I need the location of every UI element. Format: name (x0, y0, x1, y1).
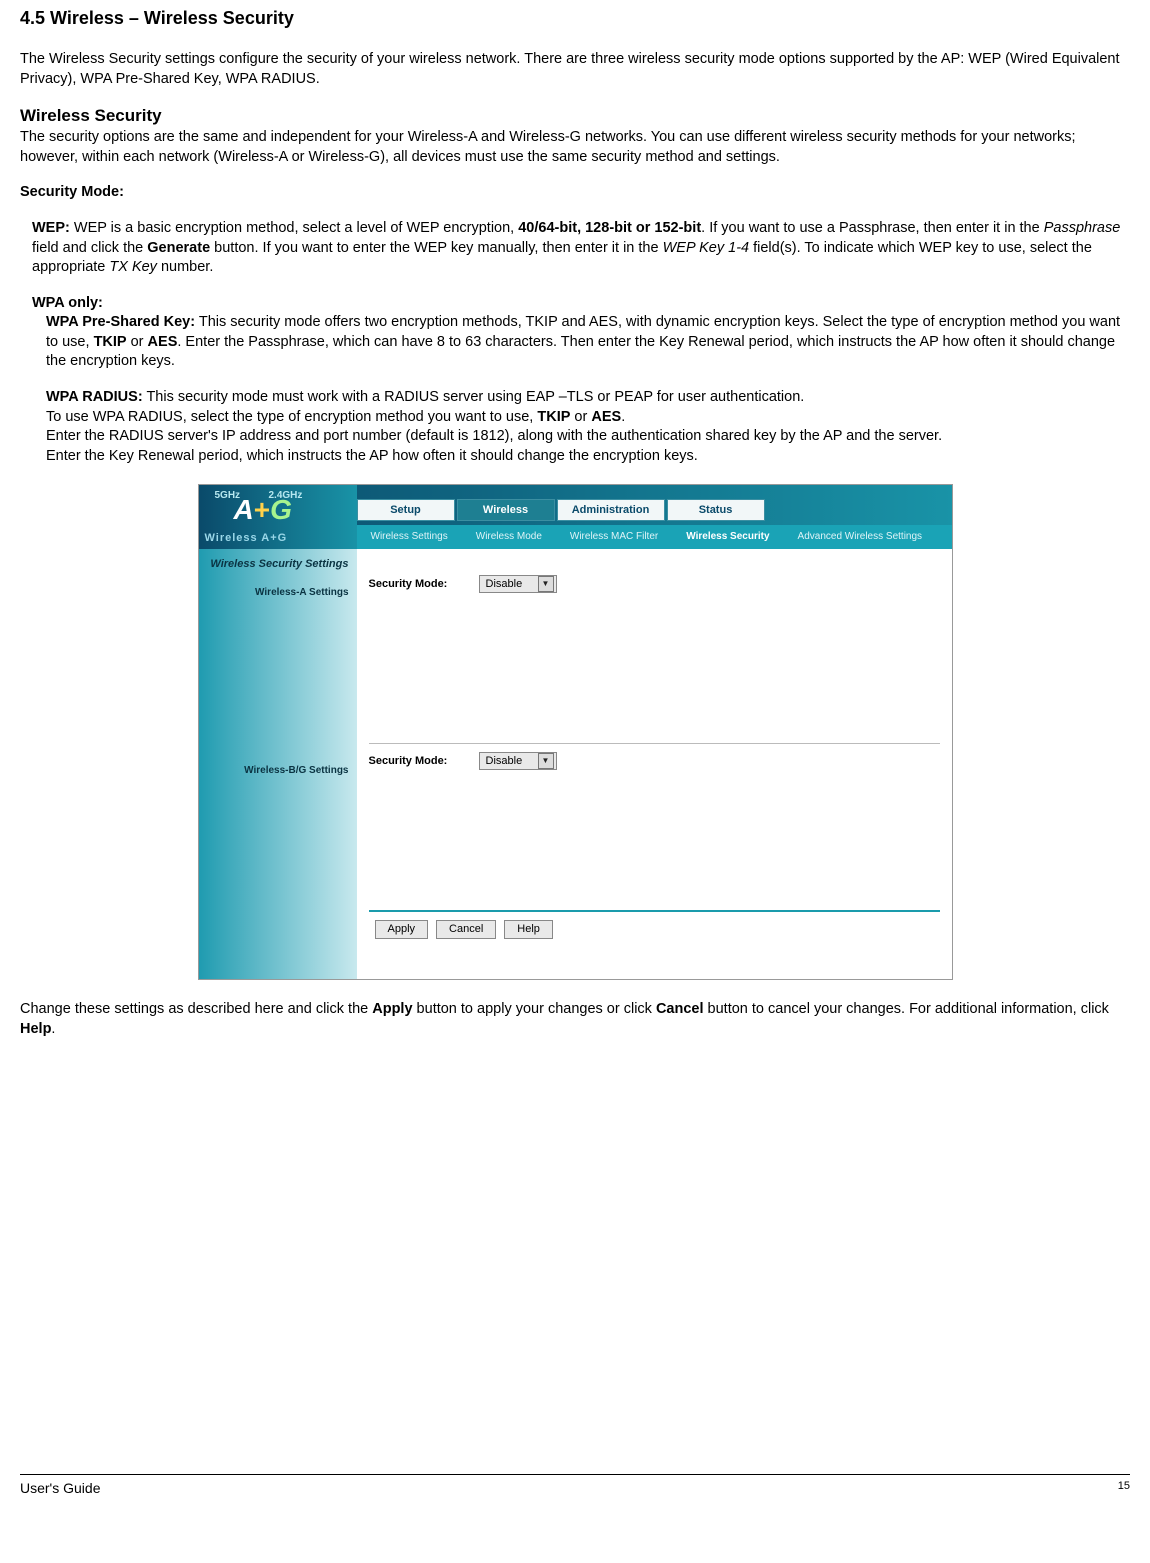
select-value: Disable (486, 754, 523, 769)
router-screenshot: 5GHz 2.4GHz A+G Wireless A+G Setup Wirel… (198, 484, 953, 980)
wep-paragraph: WEP: WEP is a basic encryption method, s… (32, 219, 1130, 278)
screenshot-body: Wireless Security Settings Wireless-A Se… (199, 549, 952, 979)
footer-page-number: 15 (1118, 1479, 1130, 1498)
tab-wireless[interactable]: Wireless (457, 499, 555, 521)
main-tabs: Setup Wireless Administration Status (357, 499, 952, 521)
chevron-down-icon: ▼ (538, 576, 554, 592)
text: button. If you want to enter the WEP key… (210, 240, 662, 256)
tab-administration[interactable]: Administration (557, 499, 665, 521)
text: field and click the (32, 240, 147, 256)
select-value: Disable (486, 577, 523, 592)
text: To use WPA RADIUS, select the type of en… (46, 409, 537, 425)
left-section-title: Wireless Security Settings (199, 557, 357, 572)
text: . If you want to use a Passphrase, then … (701, 220, 1044, 236)
intro-paragraph: The Wireless Security settings configure… (20, 50, 1130, 89)
wireless-security-text: The security options are the same and in… (20, 128, 1130, 167)
wep-bits: 40/64-bit, 128-bit or 152-bit (518, 220, 701, 236)
text: or (127, 334, 148, 350)
security-mode-bg-label: Security Mode: (369, 754, 461, 769)
sub-tabs: Wireless Settings Wireless Mode Wireless… (357, 525, 952, 549)
aes-bold: AES (591, 409, 621, 425)
cancel-button[interactable]: Cancel (436, 920, 496, 939)
logo-a: A (234, 494, 254, 525)
footer-guide: User's Guide (20, 1479, 100, 1498)
subtab-wireless-mode[interactable]: Wireless Mode (476, 530, 542, 544)
divider (369, 743, 940, 744)
brand-line: Wireless A+G (205, 531, 288, 546)
wpa-only-label: WPA only: (32, 294, 1130, 314)
outro-paragraph: Change these settings as described here … (20, 1000, 1130, 1039)
wireless-a-settings-label: Wireless-A Settings (199, 586, 357, 600)
button-bar: Apply Cancel Help (369, 910, 940, 949)
text: or (570, 409, 591, 425)
security-mode-label: Security Mode: (20, 183, 1130, 203)
wireless-a-row: Security Mode: Disable ▼ (369, 575, 940, 593)
text: Change these settings as described here … (20, 1001, 372, 1017)
text: . (51, 1021, 55, 1037)
screenshot-header: 5GHz 2.4GHz A+G Wireless A+G Setup Wirel… (199, 485, 952, 549)
text: number. (157, 259, 213, 275)
tkip-bold: TKIP (94, 334, 127, 350)
tab-status[interactable]: Status (667, 499, 765, 521)
text: button to apply your changes or click (413, 1001, 656, 1017)
left-column: Wireless Security Settings Wireless-A Se… (199, 549, 357, 979)
security-mode-a-select[interactable]: Disable ▼ (479, 575, 557, 593)
apply-button[interactable]: Apply (375, 920, 429, 939)
wpa-psk-label: WPA Pre-Shared Key: (46, 314, 195, 330)
wireless-security-heading: Wireless Security (20, 105, 1130, 128)
text: Enter the Key Renewal period, which inst… (46, 448, 698, 464)
generate-bold: Generate (147, 240, 210, 256)
passphrase-italic: Passphrase (1044, 220, 1121, 236)
tab-setup[interactable]: Setup (357, 499, 455, 521)
subtab-wireless-security[interactable]: Wireless Security (686, 530, 769, 544)
right-column: Security Mode: Disable ▼ Security Mode: … (357, 549, 952, 979)
cancel-bold: Cancel (656, 1001, 704, 1017)
chevron-down-icon: ▼ (538, 753, 554, 769)
wpa-psk-paragraph: WPA Pre-Shared Key: This security mode o… (46, 313, 1130, 372)
apply-bold: Apply (372, 1001, 412, 1017)
page-footer: User's Guide 15 (20, 1474, 1130, 1498)
text: This security mode must work with a RADI… (143, 389, 805, 405)
text: . (621, 409, 625, 425)
subtab-wireless-mac-filter[interactable]: Wireless MAC Filter (570, 530, 658, 544)
aes-bold: AES (148, 334, 178, 350)
subtab-wireless-settings[interactable]: Wireless Settings (371, 530, 448, 544)
wireless-bg-settings-label: Wireless-B/G Settings (199, 764, 357, 778)
txkey-italic: TX Key (109, 259, 157, 275)
section-heading: 4.5 Wireless – Wireless Security (20, 6, 1130, 30)
text: Enter the RADIUS server's IP address and… (46, 428, 942, 444)
brand-area: 5GHz 2.4GHz A+G Wireless A+G (199, 485, 357, 549)
text: . Enter the Passphrase, which can have 8… (46, 334, 1115, 370)
wpa-radius-label: WPA RADIUS: (46, 389, 143, 405)
wep-label: WEP: (32, 220, 70, 236)
text: WEP is a basic encryption method, select… (70, 220, 518, 236)
logo-g: G (270, 494, 292, 525)
help-bold: Help (20, 1021, 51, 1037)
wpa-radius-block: WPA RADIUS: This security mode must work… (46, 388, 1130, 466)
security-mode-bg-select[interactable]: Disable ▼ (479, 752, 557, 770)
wireless-bg-row: Security Mode: Disable ▼ (369, 752, 940, 770)
help-button[interactable]: Help (504, 920, 553, 939)
wepkey-italic: WEP Key 1-4 (663, 240, 750, 256)
security-mode-a-label: Security Mode: (369, 577, 461, 592)
subtab-advanced-wireless[interactable]: Advanced Wireless Settings (798, 530, 923, 544)
brand-logo: A+G (234, 491, 292, 529)
logo-plus: + (254, 494, 270, 525)
tkip-bold: TKIP (537, 409, 570, 425)
text: button to cancel your changes. For addit… (704, 1001, 1109, 1017)
